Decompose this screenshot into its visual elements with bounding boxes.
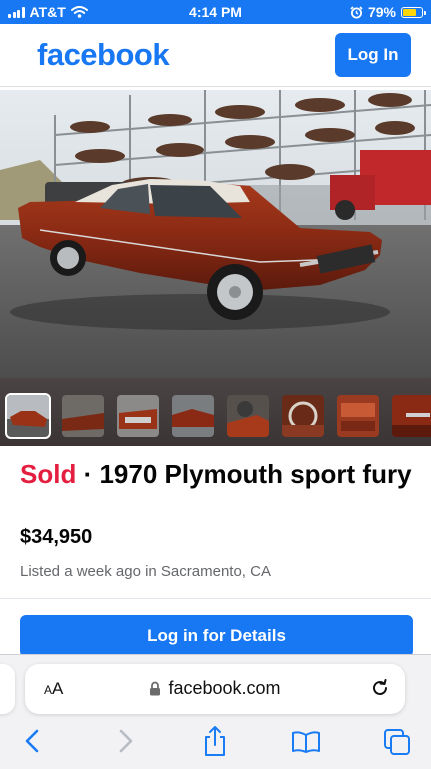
browser-toolbar: AAAA facebook.com — [0, 654, 431, 769]
login-for-details-button[interactable]: Log in for Details — [20, 615, 413, 657]
back-icon[interactable] — [22, 728, 44, 754]
url-text: facebook.com — [168, 678, 281, 698]
listing-main-photo[interactable] — [0, 90, 431, 378]
battery-fill — [403, 8, 416, 16]
alarm-icon — [350, 5, 363, 18]
reload-icon[interactable] — [369, 677, 391, 699]
address-bar[interactable]: AAAA facebook.com — [25, 664, 405, 714]
photo-thumbnail[interactable] — [337, 395, 379, 437]
listing-title: Sold · 1970 Plymouth sport fury — [20, 458, 415, 490]
listing-location: Listed a week ago in Sacramento, CA — [20, 563, 271, 580]
sold-label: Sold — [20, 459, 77, 489]
listing-price: $34,950 — [20, 526, 93, 548]
thumbnail-strip — [0, 378, 431, 446]
share-icon[interactable] — [202, 725, 228, 757]
photo-thumbnail[interactable] — [282, 395, 324, 437]
listing-title-text: 1970 Plymouth sport fury — [99, 459, 412, 489]
divider — [0, 598, 431, 599]
photo-thumbnail[interactable] — [172, 395, 214, 437]
status-right: 79% — [350, 4, 426, 20]
title-separator: · — [76, 459, 100, 489]
login-button[interactable]: Log In — [335, 33, 411, 77]
url-display[interactable]: facebook.com — [25, 678, 405, 699]
tabs-icon[interactable] — [383, 728, 411, 756]
previous-tab-peek[interactable] — [0, 664, 15, 714]
forward-icon[interactable] — [114, 728, 136, 754]
photo-thumbnail[interactable] — [227, 395, 269, 437]
battery-percent: 79% — [367, 4, 396, 20]
photo-thumbnail[interactable] — [62, 395, 104, 437]
status-bar: AT&T 4:14 PM 79% — [0, 0, 431, 24]
bookmarks-icon[interactable] — [291, 730, 321, 754]
site-header: facebook Log In — [0, 24, 431, 87]
photo-thumbnail[interactable] — [117, 395, 159, 437]
facebook-logo[interactable]: facebook — [37, 37, 170, 73]
battery-icon — [401, 6, 426, 18]
photo-thumbnail[interactable] — [5, 393, 51, 439]
lock-icon — [150, 681, 161, 696]
photo-thumbnail[interactable] — [392, 395, 431, 437]
